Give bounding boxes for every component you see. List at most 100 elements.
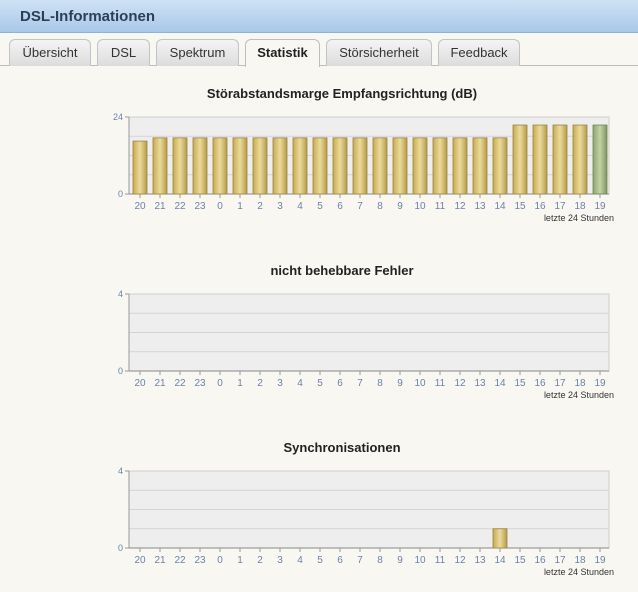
x-tick-label: 4	[297, 201, 303, 212]
y-tick-label: 24	[113, 112, 123, 122]
bar	[572, 124, 588, 195]
x-tick-label: 16	[534, 555, 546, 566]
x-tick-label: 20	[134, 555, 146, 566]
tab-dsl[interactable]: DSL	[97, 39, 150, 66]
x-tick-label: 8	[377, 555, 383, 566]
x-tick-label: 14	[494, 201, 506, 212]
x-tick-label: 16	[534, 378, 546, 389]
x-tick-label: 13	[474, 555, 486, 566]
x-tick-label: 3	[277, 555, 283, 566]
x-tick-label: 23	[194, 201, 206, 212]
x-tick-label: 1	[237, 201, 243, 212]
x-tick-label: 17	[554, 555, 566, 566]
x-tick-label: 21	[154, 378, 166, 389]
x-tick-label: 2	[257, 201, 263, 212]
tab-uebersicht[interactable]: Übersicht	[9, 39, 91, 66]
bar	[412, 137, 428, 195]
bar	[532, 124, 548, 195]
x-tick-label: 6	[337, 378, 343, 389]
x-tick-label: 10	[414, 555, 426, 566]
bar	[372, 137, 388, 195]
bar	[432, 137, 448, 195]
bar	[252, 137, 268, 195]
tab-statistik[interactable]: Statistik	[245, 39, 320, 67]
x-tick-label: 5	[317, 378, 323, 389]
chart-uncorrectable-errors-svg: nicht behebbare Fehler0420 21 22 23 0 1 2 3 4 5 6 7…	[118, 263, 614, 400]
bar	[392, 137, 408, 195]
x-tick-label: 6	[337, 555, 343, 566]
x-tick-label: 7	[357, 378, 363, 389]
page-title: DSL-Informationen	[20, 8, 155, 25]
x-tick-label: 8	[377, 378, 383, 389]
tab-stoersicherheit[interactable]: Störsicherheit	[326, 39, 432, 66]
bar	[452, 137, 468, 195]
chart-noise-margin-svg: Störabstandsmarge Empfangsrichtung (dB) 0…	[113, 86, 614, 223]
x-tick-label: 14	[494, 555, 506, 566]
x-tick-label: 18	[574, 201, 586, 212]
y-tick-label: 0	[118, 543, 123, 553]
x-tick-label: 19	[594, 201, 606, 212]
x-tick-label: 9	[397, 555, 403, 566]
x-tick-label: 16	[534, 201, 546, 212]
x-tick-label: 11	[435, 378, 446, 389]
x-tick-label: 4	[297, 378, 303, 389]
x-tick-label: 12	[454, 201, 466, 212]
bar	[292, 137, 308, 195]
tab-spektrum[interactable]: Spektrum	[156, 39, 239, 66]
chart-synchronizations: Synchronisationen 0 4 20 21 22 23 0 1 2 3 4 5 6 7 8 9 10 1…	[0, 434, 638, 584]
bar	[312, 137, 328, 195]
x-tick-label: 2	[257, 378, 263, 389]
bar	[492, 528, 508, 549]
x-tick-label: 12	[454, 555, 466, 566]
x-tick-label: 7	[357, 201, 363, 212]
bar	[212, 137, 228, 195]
bar	[152, 137, 168, 195]
x-tick-label: 3	[277, 378, 283, 389]
x-tick-label: 22	[174, 201, 186, 212]
tab-feedback[interactable]: Feedback	[438, 39, 520, 66]
x-tick-label: 8	[377, 201, 383, 212]
x-tick-label: 9	[397, 378, 403, 389]
x-tick-label: 0	[217, 555, 223, 566]
chart-title: Synchronisationen	[283, 440, 400, 455]
x-tick-label: 1	[237, 378, 243, 389]
bar	[172, 137, 188, 195]
x-tick-label: 15	[514, 555, 526, 566]
bar	[232, 137, 248, 195]
x-tick-label: 17	[554, 378, 566, 389]
x-tick-label: 10	[414, 378, 426, 389]
x-tick-label: 22	[174, 378, 186, 389]
bar	[272, 137, 288, 195]
bar	[492, 137, 508, 195]
bar	[132, 140, 148, 195]
x-tick-label: 18	[574, 378, 586, 389]
y-tick-label: 4	[118, 466, 123, 476]
x-axis-label: letzte 24 Stunden	[544, 213, 614, 223]
chart-synchronizations-svg: Synchronisationen0420 21 22 23 0 1 2 3 4 5 6 7 8 9 10 1…	[118, 440, 614, 577]
bar	[552, 124, 568, 195]
window-header: DSL-Informationen	[0, 0, 638, 33]
x-tick-label: 20	[134, 201, 146, 212]
x-tick-label: 2	[257, 555, 263, 566]
x-tick-label: 5	[317, 201, 323, 212]
x-tick-label: 23	[194, 378, 206, 389]
x-tick-label: 10	[414, 201, 426, 212]
bar	[512, 124, 528, 195]
x-tick-label: 13	[474, 378, 486, 389]
x-axis-label: letzte 24 Stunden	[544, 567, 614, 577]
x-tick-label: 20	[134, 378, 146, 389]
y-tick-label: 4	[118, 289, 123, 299]
x-tick-label: 11	[435, 555, 446, 566]
x-tick-label: 19	[594, 378, 606, 389]
bar	[472, 137, 488, 195]
x-tick-label: 9	[397, 201, 403, 212]
chart-title: Störabstandsmarge Empfangsrichtung (dB)	[207, 86, 477, 101]
bar	[332, 137, 348, 195]
x-tick-label: 13	[474, 201, 486, 212]
y-tick-label: 0	[118, 189, 123, 199]
x-tick-label: 14	[494, 378, 506, 389]
bar	[592, 124, 608, 195]
x-tick-label: 0	[217, 201, 223, 212]
x-tick-label: 4	[297, 555, 303, 566]
x-tick-label: 21	[154, 555, 166, 566]
